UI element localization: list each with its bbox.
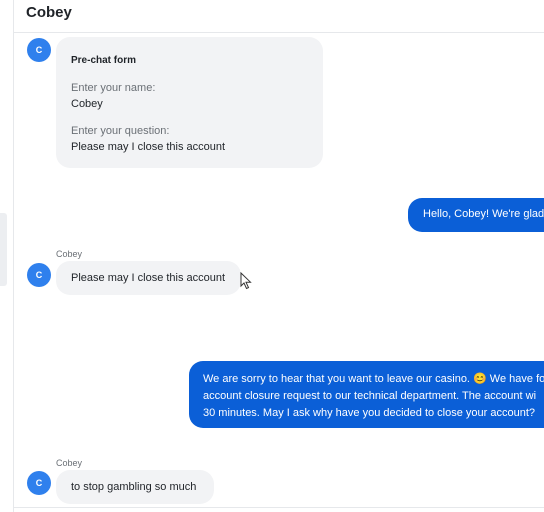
divider	[14, 507, 544, 508]
message-line: 30 minutes. May I ask why have you decid…	[203, 407, 536, 419]
message-line: account closure request to our technical…	[203, 390, 537, 402]
page-title: Cobey	[26, 4, 72, 21]
mouse-pointer-icon	[240, 272, 252, 290]
avatar: C	[27, 263, 51, 287]
agent-message: Hello, Cobey! We're glad	[408, 198, 544, 232]
left-panel-edge	[0, 0, 14, 512]
message-line: We are sorry to hear that you want to le…	[203, 373, 544, 385]
message-text: Please may I close this account	[71, 272, 226, 284]
question-value: Please may I close this account	[71, 141, 226, 153]
sender-name: Cobey	[56, 458, 83, 468]
name-value: Cobey	[71, 98, 103, 110]
question-label: Enter your question:	[71, 125, 170, 137]
message-text: Hello, Cobey! We're glad	[423, 208, 544, 220]
sender-name: Cobey	[56, 249, 83, 259]
message-text: to stop gambling so much	[71, 481, 197, 493]
form-title: Pre-chat form	[71, 55, 137, 66]
avatar: C	[27, 38, 51, 62]
name-label: Enter your name:	[71, 82, 156, 94]
agent-message: We are sorry to hear that you want to le…	[189, 361, 544, 428]
visitor-message: to stop gambling so much	[56, 470, 214, 504]
prechat-form-card: Pre-chat form Enter your name: Cobey Ent…	[56, 37, 323, 168]
panel-collapse-handle[interactable]	[0, 213, 7, 286]
visitor-message: Please may I close this account	[56, 261, 241, 295]
chat-header: Cobey	[14, 0, 544, 33]
avatar: C	[27, 471, 51, 495]
